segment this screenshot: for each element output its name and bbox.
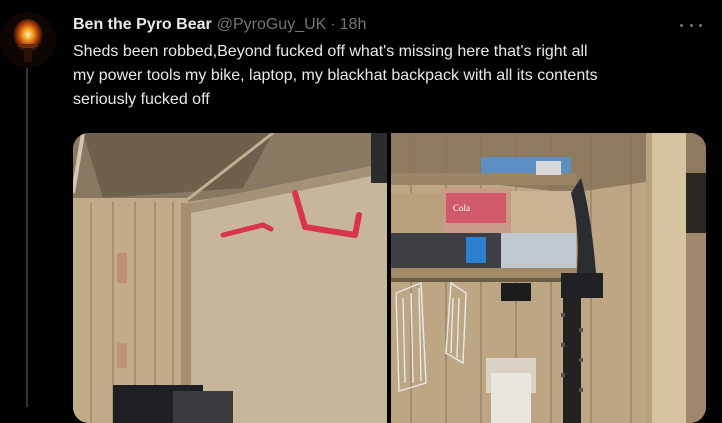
display-name[interactable]: Ben the Pyro Bear: [73, 14, 212, 36]
more-horizontal-icon[interactable]: [680, 16, 702, 34]
avatar-image: [0, 12, 56, 68]
avatar[interactable]: [0, 12, 56, 68]
separator-dot: ·: [330, 16, 336, 33]
photo-shed-wall[interactable]: [73, 133, 387, 423]
cola-label: Cola: [453, 203, 470, 213]
media-grid: Cola: [73, 133, 706, 423]
photo-shed-shelves[interactable]: Cola: [391, 133, 706, 423]
tweet[interactable]: Ben the Pyro Bear @PyroGuy_UK · 18h Shed…: [0, 0, 722, 423]
tweet-text: Sheds been robbed,Beyond fucked off what…: [73, 43, 598, 108]
timestamp[interactable]: 18h: [340, 14, 367, 36]
tweet-header: Ben the Pyro Bear @PyroGuy_UK · 18h: [73, 14, 366, 36]
thread-line: [26, 66, 28, 407]
user-handle[interactable]: @PyroGuy_UK: [217, 14, 327, 36]
